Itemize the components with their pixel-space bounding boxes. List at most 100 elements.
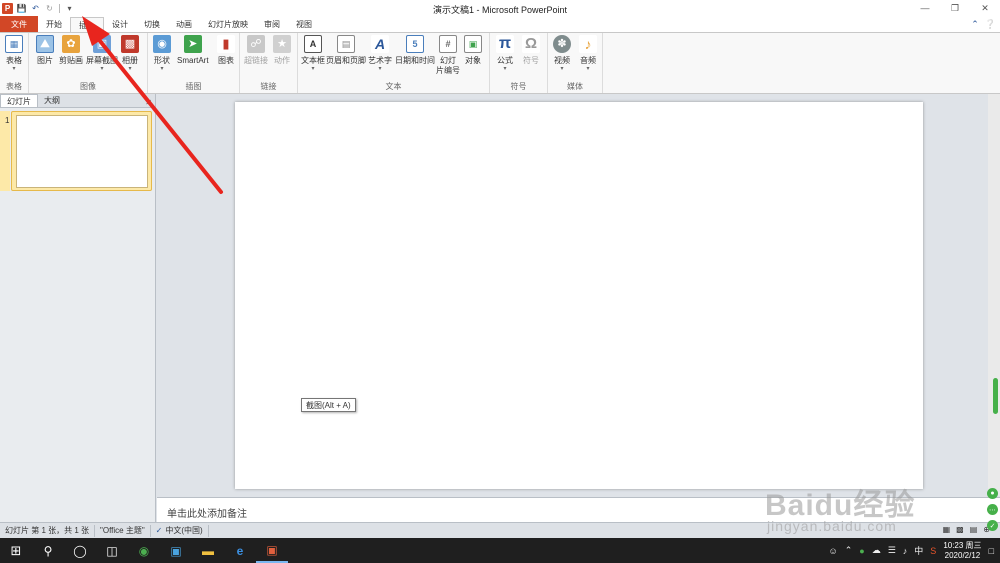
tab-file[interactable]: 文件 — [0, 16, 38, 32]
audio-button[interactable]: ♪ 音频 ▾ — [579, 35, 597, 73]
search-icon[interactable]: ⚲ — [32, 538, 64, 563]
normal-view-icon[interactable]: ▦ — [943, 525, 951, 534]
tab-transitions[interactable]: 切换 — [136, 17, 168, 32]
symbol-button[interactable]: Ω 符号 — [522, 35, 540, 66]
action-button[interactable]: ★ 动作 — [273, 35, 291, 66]
chart-button[interactable]: ▮ 图表 — [217, 35, 235, 66]
floating-side-bar[interactable] — [993, 378, 998, 414]
people-icon[interactable]: ☺ — [829, 546, 838, 556]
powerpoint-taskbar-icon[interactable]: ▣ — [256, 538, 288, 563]
status-bar: 幻灯片 第 1 张，共 1 张 "Office 主题" ✓ 中文(中国) ▦ ▩… — [0, 522, 1000, 538]
clipart-button[interactable]: ✿ 剪贴画 — [59, 35, 83, 66]
close-panel-icon[interactable]: ✕ — [145, 98, 152, 107]
video-button[interactable]: ✽ 视频 ▾ — [553, 35, 571, 73]
tab-view[interactable]: 视图 — [288, 17, 320, 32]
tab-slideshow[interactable]: 幻灯片放映 — [200, 17, 256, 32]
screen-app-icon[interactable]: ▣ — [160, 538, 192, 563]
group-label-symbols: 符号 — [510, 82, 527, 91]
minimize-button[interactable]: — — [910, 0, 940, 16]
edge-icon[interactable]: e — [224, 538, 256, 563]
slide-number-label-1: 幻灯 — [440, 56, 456, 65]
object-button[interactable]: ▣ 对象 — [464, 35, 482, 66]
notification-icon[interactable]: □ — [989, 546, 994, 556]
group-images: ⛰ 图片 ✿ 剪贴画 ▣ 屏幕截图 ▾ ▩ 相册 ▾ 图像 — [29, 33, 148, 93]
network-icon[interactable]: ☰ — [888, 545, 896, 556]
redo-icon[interactable]: ↻ — [44, 3, 55, 14]
restore-button[interactable]: ❐ — [940, 0, 970, 16]
tab-review[interactable]: 审阅 — [256, 17, 288, 32]
browser-360-icon[interactable]: ◉ — [128, 538, 160, 563]
tab-outline[interactable]: 大纲 — [38, 94, 66, 107]
volume-icon[interactable]: ♪ — [903, 546, 908, 556]
help-icon[interactable]: ❔ — [985, 19, 996, 30]
object-label: 对象 — [465, 56, 481, 65]
cortana-icon[interactable]: ◯ — [64, 538, 96, 563]
tab-home[interactable]: 开始 — [38, 17, 70, 32]
side-float-icon-2[interactable]: ⋯ — [987, 504, 998, 515]
slide-number: 1 — [5, 116, 10, 125]
slide-canvas[interactable] — [235, 102, 923, 489]
sogou-ime-icon[interactable]: S — [930, 546, 936, 556]
screenshot-label: 屏幕截图 — [86, 56, 118, 65]
slide-thumbnail-frame[interactable] — [11, 111, 152, 191]
table-icon: ▦ — [5, 35, 23, 53]
reading-view-icon[interactable]: ▤ — [970, 525, 978, 534]
tab-slides[interactable]: 幻灯片 — [0, 94, 38, 107]
picture-label: 图片 — [37, 56, 53, 65]
cloud-icon[interactable]: ☁ — [872, 545, 881, 556]
group-label-illustrations: 插图 — [185, 82, 202, 91]
customize-qat-icon[interactable]: ▾ — [64, 3, 75, 14]
smartart-button[interactable]: ➤ SmartArt — [177, 35, 209, 66]
tab-insert[interactable]: 插入 — [70, 17, 104, 32]
save-icon[interactable]: 💾 — [16, 3, 27, 14]
powerpoint-app-icon[interactable]: P — [2, 2, 13, 14]
task-view-icon[interactable]: ◫ — [96, 538, 128, 563]
ime-indicator[interactable]: 中 — [914, 544, 923, 557]
status-language[interactable]: ✓ 中文(中国) — [151, 524, 209, 537]
slide-number-button[interactable]: # 幻灯 片编号 — [436, 35, 460, 76]
album-button[interactable]: ▩ 相册 ▾ — [121, 35, 139, 73]
tab-animations[interactable]: 动画 — [168, 17, 200, 32]
hyperlink-button[interactable]: ☍ 超链接 — [244, 35, 268, 66]
table-button[interactable]: ▦ 表格 ▾ — [5, 35, 23, 73]
omega-icon: Ω — [522, 35, 540, 53]
system-tray: ☺ ⌃ ● ☁ ☰ ♪ 中 S 10:23 周三 2020/2/12 □ — [829, 538, 1000, 563]
undo-icon[interactable]: ↶ — [30, 3, 41, 14]
smartart-label: SmartArt — [177, 56, 209, 65]
close-button[interactable]: ✕ — [970, 0, 1000, 16]
clipart-label: 剪贴画 — [59, 56, 83, 65]
screenshot-caret-icon: ▾ — [100, 66, 104, 72]
file-explorer-icon[interactable]: ▬ — [192, 538, 224, 563]
vertical-scrollbar[interactable] — [988, 94, 1000, 496]
datetime-button[interactable]: 5 日期和时间 — [395, 35, 435, 66]
shapes-icon: ◉ — [153, 35, 171, 53]
header-footer-label: 页眉和页脚 — [326, 56, 366, 65]
windows-start-icon[interactable]: ⊞ — [0, 538, 32, 563]
shapes-caret-icon: ▾ — [160, 66, 164, 72]
picture-button[interactable]: ⛰ 图片 — [36, 35, 54, 66]
slide-sorter-icon[interactable]: ▩ — [956, 525, 964, 534]
group-label-links: 链接 — [260, 82, 277, 91]
side-float-icon-3[interactable]: ✓ — [987, 520, 998, 531]
clipart-icon: ✿ — [62, 35, 80, 53]
screenshot-button[interactable]: ▣ 屏幕截图 ▾ — [86, 35, 118, 73]
shapes-button[interactable]: ◉ 形状 ▾ — [153, 35, 171, 73]
textbox-button[interactable]: A 文本框 ▾ — [301, 35, 325, 73]
slide-thumbnail[interactable] — [16, 115, 148, 188]
wordart-button[interactable]: A 艺术字 ▾ — [368, 35, 392, 73]
minimize-ribbon-icon[interactable]: ⌃ — [971, 19, 979, 30]
side-float-icon-1[interactable]: ● — [987, 488, 998, 499]
screenshot-tooltip: 截图(Alt + A) — [301, 398, 356, 412]
status-slide-info: 幻灯片 第 1 张，共 1 张 — [0, 524, 96, 537]
tray-expand-icon[interactable]: ⌃ — [845, 545, 853, 556]
clock-time: 10:23 周三 — [943, 540, 982, 550]
tab-design[interactable]: 设计 — [104, 17, 136, 32]
notes-pane[interactable]: 单击此处添加备注 — [157, 497, 1000, 522]
header-footer-button[interactable]: ▤ 页眉和页脚 — [326, 35, 366, 66]
clock[interactable]: 10:23 周三 2020/2/12 — [943, 541, 981, 561]
equation-button[interactable]: π 公式 ▾ — [496, 35, 514, 73]
group-symbols: π 公式 ▾ Ω 符号 符号 — [490, 33, 548, 93]
ribbon: ▦ 表格 ▾ 表格 ⛰ 图片 ✿ 剪贴画 ▣ 屏幕截图 ▾ ▩ 相册 ▾ 图像 … — [0, 32, 1000, 94]
wechat-icon[interactable]: ● — [859, 546, 864, 556]
equation-label: 公式 — [497, 56, 513, 65]
